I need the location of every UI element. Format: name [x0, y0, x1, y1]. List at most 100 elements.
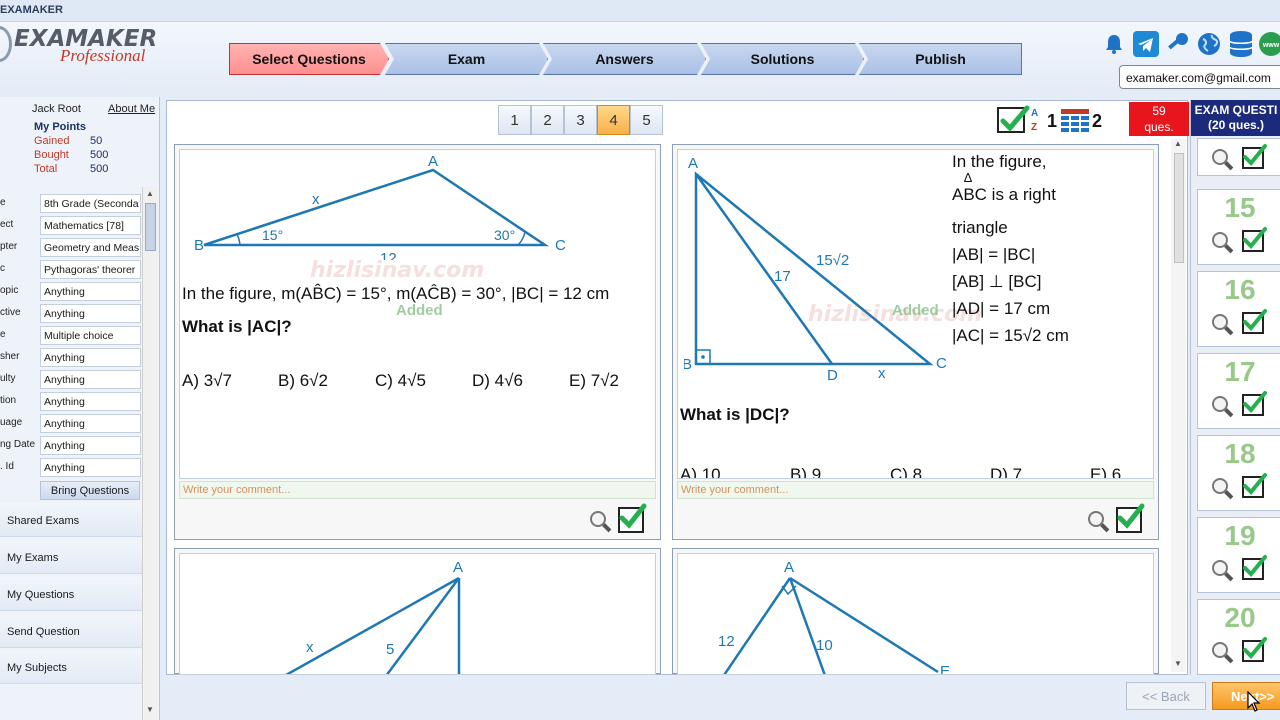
vertex-b-label: B	[684, 356, 692, 373]
watermark: hizlisinav.com	[310, 258, 485, 283]
exam-slot: 18	[1197, 435, 1280, 511]
comment-input[interactable]: Write your comment...	[677, 481, 1154, 499]
main-scroll-thumb[interactable]	[1174, 153, 1184, 263]
page-button-5[interactable]: 5	[630, 105, 663, 135]
side-ad-label: 17	[774, 268, 791, 285]
sidebar-scrollbar[interactable]: ▲ ▼	[142, 187, 158, 720]
bring-questions-button[interactable]: Bring Questions	[40, 481, 140, 500]
magnifier-icon[interactable]	[1210, 312, 1234, 339]
menu-my-subjects[interactable]: My Subjects	[0, 650, 142, 684]
scroll-down-icon[interactable]: ▼	[1174, 659, 1182, 668]
exam-panel-subtitle: (20 ques.)	[1207, 118, 1264, 132]
page-button-2[interactable]: 2	[531, 105, 564, 135]
step-answers[interactable]: Answers	[543, 43, 706, 75]
q2-line: triangle	[952, 218, 1008, 237]
filter-row-solution: tion Anything	[0, 392, 142, 412]
telegram-icon[interactable]	[1132, 30, 1160, 58]
filter-select[interactable]: Anything	[40, 304, 141, 323]
layout-columns-number[interactable]: 2	[1092, 111, 1102, 132]
remove-check-icon[interactable]	[1242, 473, 1267, 498]
magnifier-icon[interactable]	[1210, 476, 1234, 503]
filter-label: ulty	[0, 373, 16, 384]
step-solutions[interactable]: Solutions	[701, 43, 864, 75]
globe-icon[interactable]	[1195, 30, 1223, 58]
exam-slot-number: 19	[1224, 520, 1256, 551]
add-question-check-icon[interactable]	[618, 503, 647, 533]
choice-b: B) 6√2	[278, 371, 328, 390]
step-publish[interactable]: Publish	[859, 43, 1022, 75]
filter-row-topic: c Pythagoras' theorer	[0, 260, 142, 280]
database-icon[interactable]	[1227, 30, 1255, 58]
remove-check-icon[interactable]	[1242, 637, 1267, 662]
magnifier-icon[interactable]	[1210, 147, 1234, 174]
scroll-up-icon[interactable]: ▲	[1174, 139, 1182, 148]
menu-send-question[interactable]: Send Question	[0, 614, 142, 648]
magnifier-icon[interactable]	[1210, 230, 1234, 257]
key-icon[interactable]	[1164, 30, 1192, 58]
question-ask: What is |AC|?	[182, 317, 292, 336]
remove-check-icon[interactable]	[1242, 555, 1267, 580]
filter-select[interactable]: Anything	[40, 436, 141, 455]
magnifier-icon[interactable]	[1210, 394, 1234, 421]
menu-my-questions[interactable]: My Questions	[0, 577, 142, 611]
filter-select[interactable]: Anything	[40, 458, 141, 477]
question-count-unit: ques.	[1144, 120, 1174, 134]
page-button-1[interactable]: 1	[498, 105, 531, 135]
bell-icon[interactable]	[1100, 30, 1128, 58]
filter-select[interactable]: Geometry and Meas	[40, 238, 141, 257]
magnifier-icon[interactable]	[588, 509, 612, 536]
exam-slot-number: 20	[1224, 602, 1256, 633]
filter-select[interactable]: Mathematics [78]	[40, 216, 141, 235]
filter-select[interactable]: Anything	[40, 282, 141, 301]
sidebar-scroll-thumb[interactable]	[145, 203, 156, 251]
filter-select[interactable]: Anything	[40, 414, 141, 433]
menu-shared-exams[interactable]: Shared Exams	[0, 503, 142, 537]
website-icon[interactable]: www	[1257, 30, 1280, 58]
filter-select[interactable]: 8th Grade (Seconda	[40, 194, 141, 213]
added-label: Added	[892, 302, 939, 319]
layout-grid-icon[interactable]	[1061, 109, 1089, 133]
triangle-figure-3: A x 5	[285, 559, 463, 674]
choice-d: D) 7	[990, 465, 1023, 479]
filter-select[interactable]: Anything	[40, 370, 141, 389]
added-label: Added	[396, 302, 443, 319]
vertex-c-label: C	[936, 355, 947, 372]
scroll-down-icon[interactable]: ▼	[146, 705, 154, 714]
exam-slot	[1197, 138, 1280, 176]
magnifier-icon[interactable]	[1086, 509, 1110, 536]
remove-check-icon[interactable]	[1242, 227, 1267, 252]
back-button[interactable]: << Back	[1126, 682, 1206, 710]
page-button-3[interactable]: 3	[564, 105, 597, 135]
select-all-check-icon[interactable]	[997, 105, 1030, 133]
points-value: 500	[90, 149, 109, 161]
remove-check-icon[interactable]	[1242, 391, 1267, 416]
magnifier-icon[interactable]	[1210, 558, 1234, 585]
sort-mode-number[interactable]: 1	[1047, 111, 1057, 132]
filter-select[interactable]: Multiple choice	[40, 326, 141, 345]
filter-row-difficulty: ulty Anything	[0, 370, 142, 390]
q2-line: |AB| = |BC|	[952, 245, 1036, 264]
filter-select[interactable]: Anything	[40, 392, 141, 411]
vertex-a-label: A	[453, 559, 463, 576]
remove-check-icon[interactable]	[1242, 144, 1267, 169]
step-select-questions[interactable]: Select Questions	[229, 43, 389, 75]
magnifier-icon[interactable]	[1210, 640, 1234, 667]
scroll-up-icon[interactable]: ▲	[146, 189, 154, 198]
comment-input[interactable]: Write your comment...	[179, 481, 656, 499]
sort-az-icon[interactable]: A Z	[1031, 107, 1045, 135]
filter-row-subtopic: opic Anything	[0, 282, 142, 302]
add-question-check-icon[interactable]	[1116, 503, 1145, 533]
menu-my-exams[interactable]: My Exams	[0, 540, 142, 574]
about-me-link[interactable]: About Me	[108, 103, 155, 115]
q2-line: In the figure,	[952, 152, 1047, 171]
filter-label: ect	[0, 219, 14, 230]
main-scrollbar[interactable]: ▲ ▼	[1171, 139, 1186, 672]
filter-select[interactable]: Pythagoras' theorer	[40, 260, 141, 279]
page-button-4[interactable]: 4	[597, 105, 630, 135]
account-email[interactable]: examaker.com@gmail.com	[1119, 65, 1280, 89]
step-exam[interactable]: Exam	[385, 43, 548, 75]
exam-slot: 19	[1197, 517, 1280, 593]
remove-check-icon[interactable]	[1242, 309, 1267, 334]
filter-select[interactable]: Anything	[40, 348, 141, 367]
next-button[interactable]: Next>>	[1212, 682, 1280, 710]
